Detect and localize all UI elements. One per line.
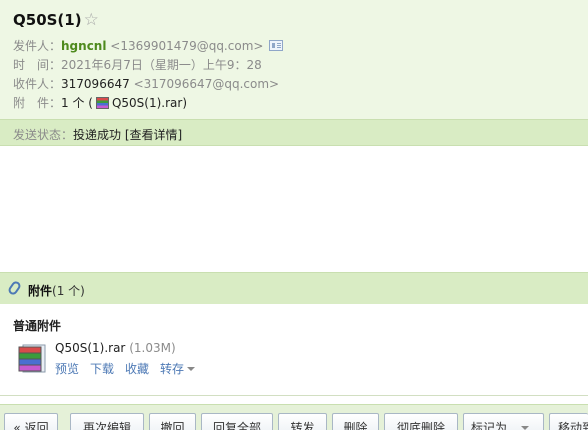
reply-all-button[interactable]: 回复全部 (201, 413, 273, 430)
view-details-link[interactable]: [查看详情] (125, 128, 182, 142)
attachment-file: Q50S(1).rar (1.03M) (55, 341, 176, 355)
paperclip-icon (6, 279, 23, 297)
recipient-label: 收件人： (13, 77, 62, 91)
save-to-label: 转存 (160, 362, 185, 376)
bottom-toolbar: « 返回 再次编辑 撤回 回复全部 转发 删除 彻底删除 标记为... 移动到.… (0, 404, 588, 430)
recipient-email: <317096647@qq.com> (133, 77, 280, 91)
attachment-label: 附 件： (13, 96, 62, 110)
rar-file-icon (95, 97, 109, 109)
chevron-down-icon (521, 426, 530, 430)
attachment-close-paren: ) (182, 96, 188, 110)
sender-email: <1369901479@qq.com> (110, 39, 264, 53)
forward-button[interactable]: 转发 (278, 413, 327, 430)
mark-as-button[interactable]: 标记为... (463, 413, 544, 430)
favorite-link[interactable]: 收藏 (125, 362, 149, 376)
sender-label: 发件人： (13, 39, 62, 53)
edit-again-button[interactable]: 再次编辑 (70, 413, 144, 430)
archive-file-icon[interactable] (17, 342, 47, 374)
attachment-actions: 预览 下载 收藏 转存 (55, 360, 206, 377)
download-link[interactable]: 下载 (90, 362, 114, 376)
delivery-status: 发送状态：投递成功 [查看详情] (13, 126, 182, 143)
status-label: 发送状态： (13, 128, 74, 142)
time-row: 时 间：2021年6月7日（星期一）上午9：28 (13, 57, 262, 73)
recall-button[interactable]: 撤回 (149, 413, 196, 430)
attachments-title-text: 附件 (28, 284, 53, 298)
permanent-delete-button[interactable]: 彻底删除 (384, 413, 458, 430)
back-button[interactable]: « 返回 (4, 413, 58, 430)
time-label: 时 间： (13, 58, 62, 72)
attachment-file-size: (1.03M) (129, 341, 176, 355)
chevron-down-icon (187, 367, 196, 371)
time-value: 2021年6月7日（星期一）上午9：28 (61, 58, 262, 72)
mail-header: Q50S(1) ☆ 发件人：hgncnl <1369901479@qq.com> … (0, 0, 588, 119)
subject-text: Q50S(1) (13, 11, 82, 29)
normal-attachments-label: 普通附件 (13, 319, 62, 333)
recipient-name[interactable]: 317096647 (61, 77, 130, 91)
attachment-file-name[interactable]: Q50S(1).rar (55, 341, 125, 355)
status-value: 投递成功 (73, 128, 122, 142)
attachments-count: (1 个) (52, 284, 85, 298)
attachment-link[interactable]: Q50S(1).rar (112, 96, 182, 110)
star-icon[interactable]: ☆ (84, 10, 99, 30)
delete-button[interactable]: 删除 (332, 413, 379, 430)
mark-as-label: 标记为... (471, 421, 519, 430)
sender-name[interactable]: hgncnl (61, 39, 106, 53)
attachment-row: 附 件：1 个 ( Q50S(1).rar) (13, 95, 187, 111)
contact-card-icon[interactable] (269, 40, 284, 51)
attachment-count: 1 个 ( (61, 96, 93, 110)
mail-subject: Q50S(1) ☆ (13, 10, 99, 30)
delivery-status-bar: 发送状态：投递成功 [查看详情] (0, 119, 588, 146)
attachments-title: 附件(1 个) (28, 282, 85, 299)
move-to-button[interactable]: 移动到... (549, 413, 588, 430)
mail-body (0, 146, 588, 272)
save-to-link[interactable]: 转存 (160, 362, 196, 376)
recipient-row: 收件人：317096647 <317096647@qq.com> (13, 76, 279, 92)
sender-row: 发件人：hgncnl <1369901479@qq.com> (13, 38, 284, 54)
preview-link[interactable]: 预览 (55, 362, 79, 376)
attachments-header: 附件(1 个) (0, 272, 588, 304)
